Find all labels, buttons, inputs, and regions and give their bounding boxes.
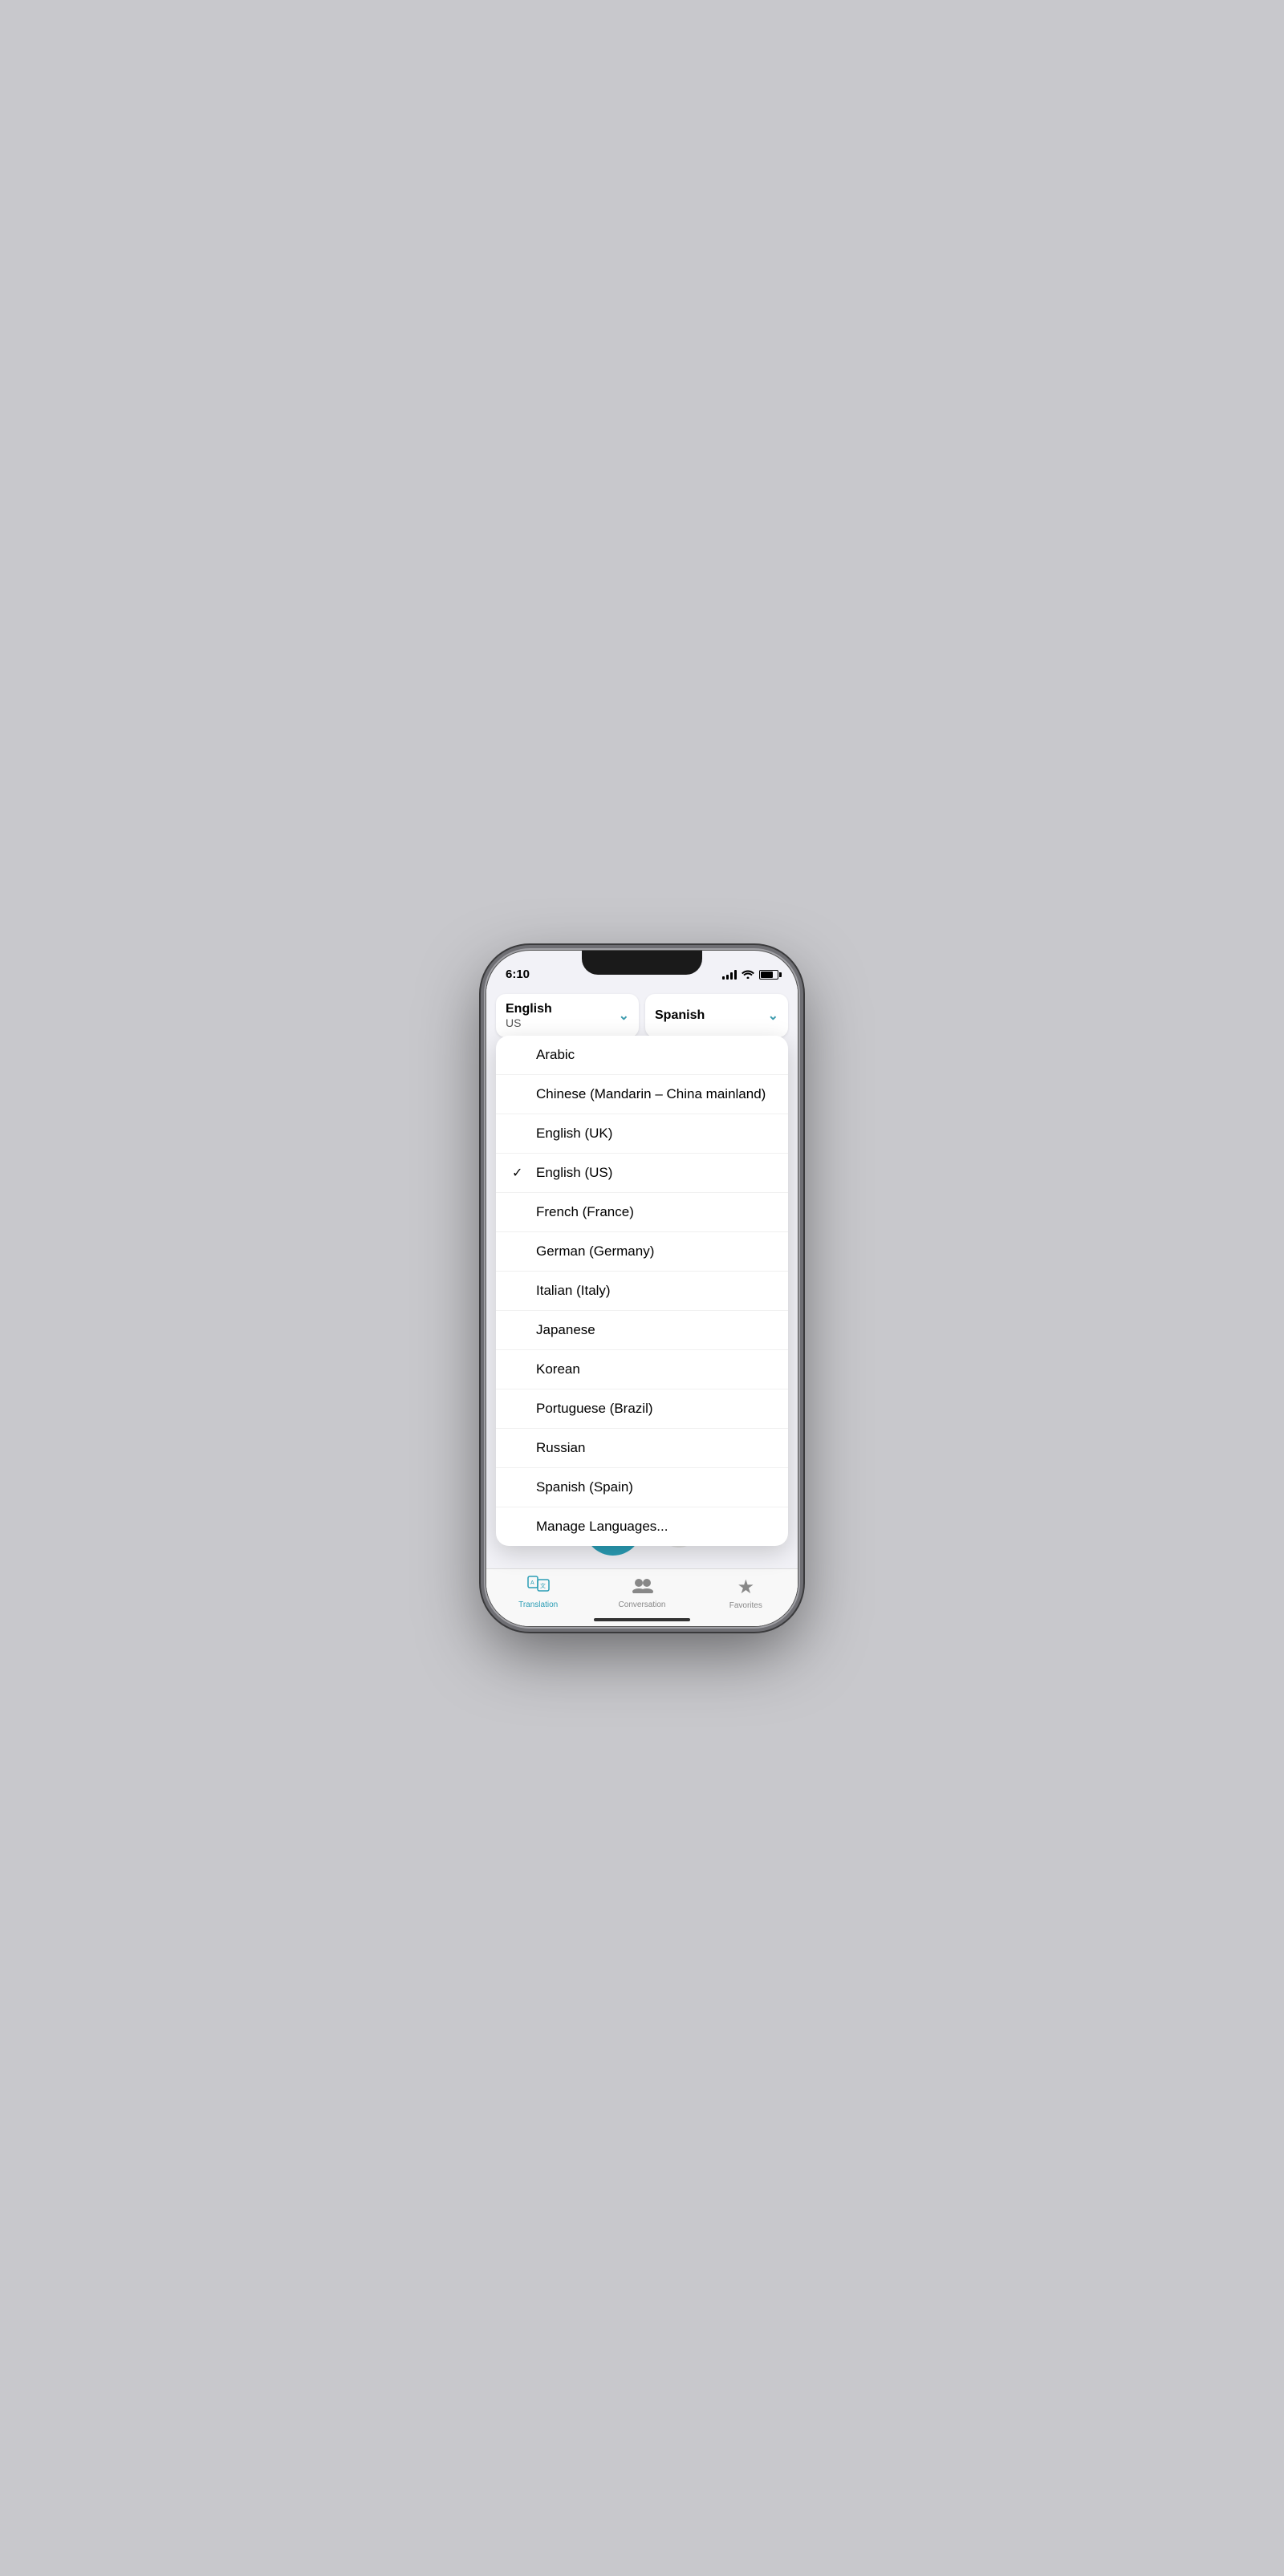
- dropdown-item-portuguese[interactable]: Portuguese (Brazil): [496, 1389, 788, 1429]
- svg-text:A: A: [530, 1580, 534, 1586]
- dropdown-item-manage[interactable]: Manage Languages...: [496, 1507, 788, 1546]
- language1-button[interactable]: English US ⌄: [496, 994, 639, 1037]
- dropdown-label-manage: Manage Languages...: [536, 1519, 668, 1535]
- favorites-tab-label: Favorites: [729, 1601, 762, 1610]
- language1-sub: US: [506, 1016, 552, 1029]
- dropdown-label-portuguese: Portuguese (Brazil): [536, 1401, 653, 1417]
- dropdown-label-spanish: Spanish (Spain): [536, 1479, 633, 1495]
- favorites-tab-icon: ★: [737, 1576, 755, 1599]
- dropdown-label-english-us: English (US): [536, 1165, 612, 1181]
- language2-text: Spanish: [655, 1008, 705, 1023]
- dropdown-item-chinese[interactable]: Chinese (Mandarin – China mainland): [496, 1075, 788, 1114]
- dropdown-item-german[interactable]: German (Germany): [496, 1232, 788, 1272]
- checkmark-english-us: ✓: [512, 1165, 528, 1181]
- dropdown-label-chinese: Chinese (Mandarin – China mainland): [536, 1086, 766, 1102]
- dropdown-label-japanese: Japanese: [536, 1322, 595, 1338]
- conversation-tab-label: Conversation: [619, 1600, 666, 1609]
- dropdown-label-korean: Korean: [536, 1361, 580, 1377]
- dropdown-item-arabic[interactable]: Arabic: [496, 1036, 788, 1075]
- wifi-icon: [742, 969, 754, 981]
- dropdown-label-french: French (France): [536, 1204, 634, 1220]
- dropdown-item-italian[interactable]: Italian (Italy): [496, 1272, 788, 1311]
- status-icons: [722, 969, 778, 981]
- signal-icon: [722, 970, 737, 980]
- language1-chevron-icon: ⌄: [619, 1008, 629, 1024]
- dropdown-item-french[interactable]: French (France): [496, 1193, 788, 1232]
- dropdown-item-english-us[interactable]: ✓ English (US): [496, 1154, 788, 1193]
- battery-icon: [759, 970, 778, 980]
- dropdown-label-arabic: Arabic: [536, 1047, 575, 1063]
- dropdown-item-japanese[interactable]: Japanese: [496, 1311, 788, 1350]
- dropdown-label-russian: Russian: [536, 1440, 585, 1456]
- language1-name: English: [506, 1002, 552, 1016]
- translation-tab-label: Translation: [518, 1600, 558, 1609]
- dropdown-label-english-uk: English (UK): [536, 1126, 612, 1142]
- dropdown-item-korean[interactable]: Korean: [496, 1350, 788, 1389]
- dropdown-label-italian: Italian (Italy): [536, 1283, 611, 1299]
- tab-favorites[interactable]: ★ Favorites: [694, 1576, 798, 1610]
- dropdown-item-russian[interactable]: Russian: [496, 1429, 788, 1468]
- dropdown-label-german: German (Germany): [536, 1243, 654, 1260]
- language2-button[interactable]: Spanish ⌄: [645, 994, 788, 1037]
- home-indicator: [594, 1618, 690, 1621]
- language-dropdown[interactable]: Arabic Chinese (Mandarin – China mainlan…: [496, 1036, 788, 1546]
- notch: [582, 951, 702, 975]
- status-time: 6:10: [506, 968, 530, 981]
- svg-text:文: 文: [540, 1582, 546, 1589]
- dropdown-item-english-uk[interactable]: English (UK): [496, 1114, 788, 1154]
- tab-conversation[interactable]: Conversation: [590, 1576, 693, 1610]
- translation-tab-icon: A 文: [527, 1576, 550, 1598]
- language-selector-row: English US ⌄ Spanish ⌄: [486, 986, 798, 1044]
- tab-translation[interactable]: A 文 Translation: [486, 1576, 590, 1610]
- dropdown-item-spanish[interactable]: Spanish (Spain): [496, 1468, 788, 1507]
- app-content: English US ⌄ Spanish ⌄ Spanish Mu Englis…: [486, 986, 798, 1626]
- language2-chevron-icon: ⌄: [768, 1008, 778, 1024]
- language2-name: Spanish: [655, 1008, 705, 1023]
- language1-text: English US: [506, 1002, 552, 1029]
- conversation-tab-icon: [631, 1576, 653, 1598]
- phone-frame: 6:10: [486, 950, 798, 1627]
